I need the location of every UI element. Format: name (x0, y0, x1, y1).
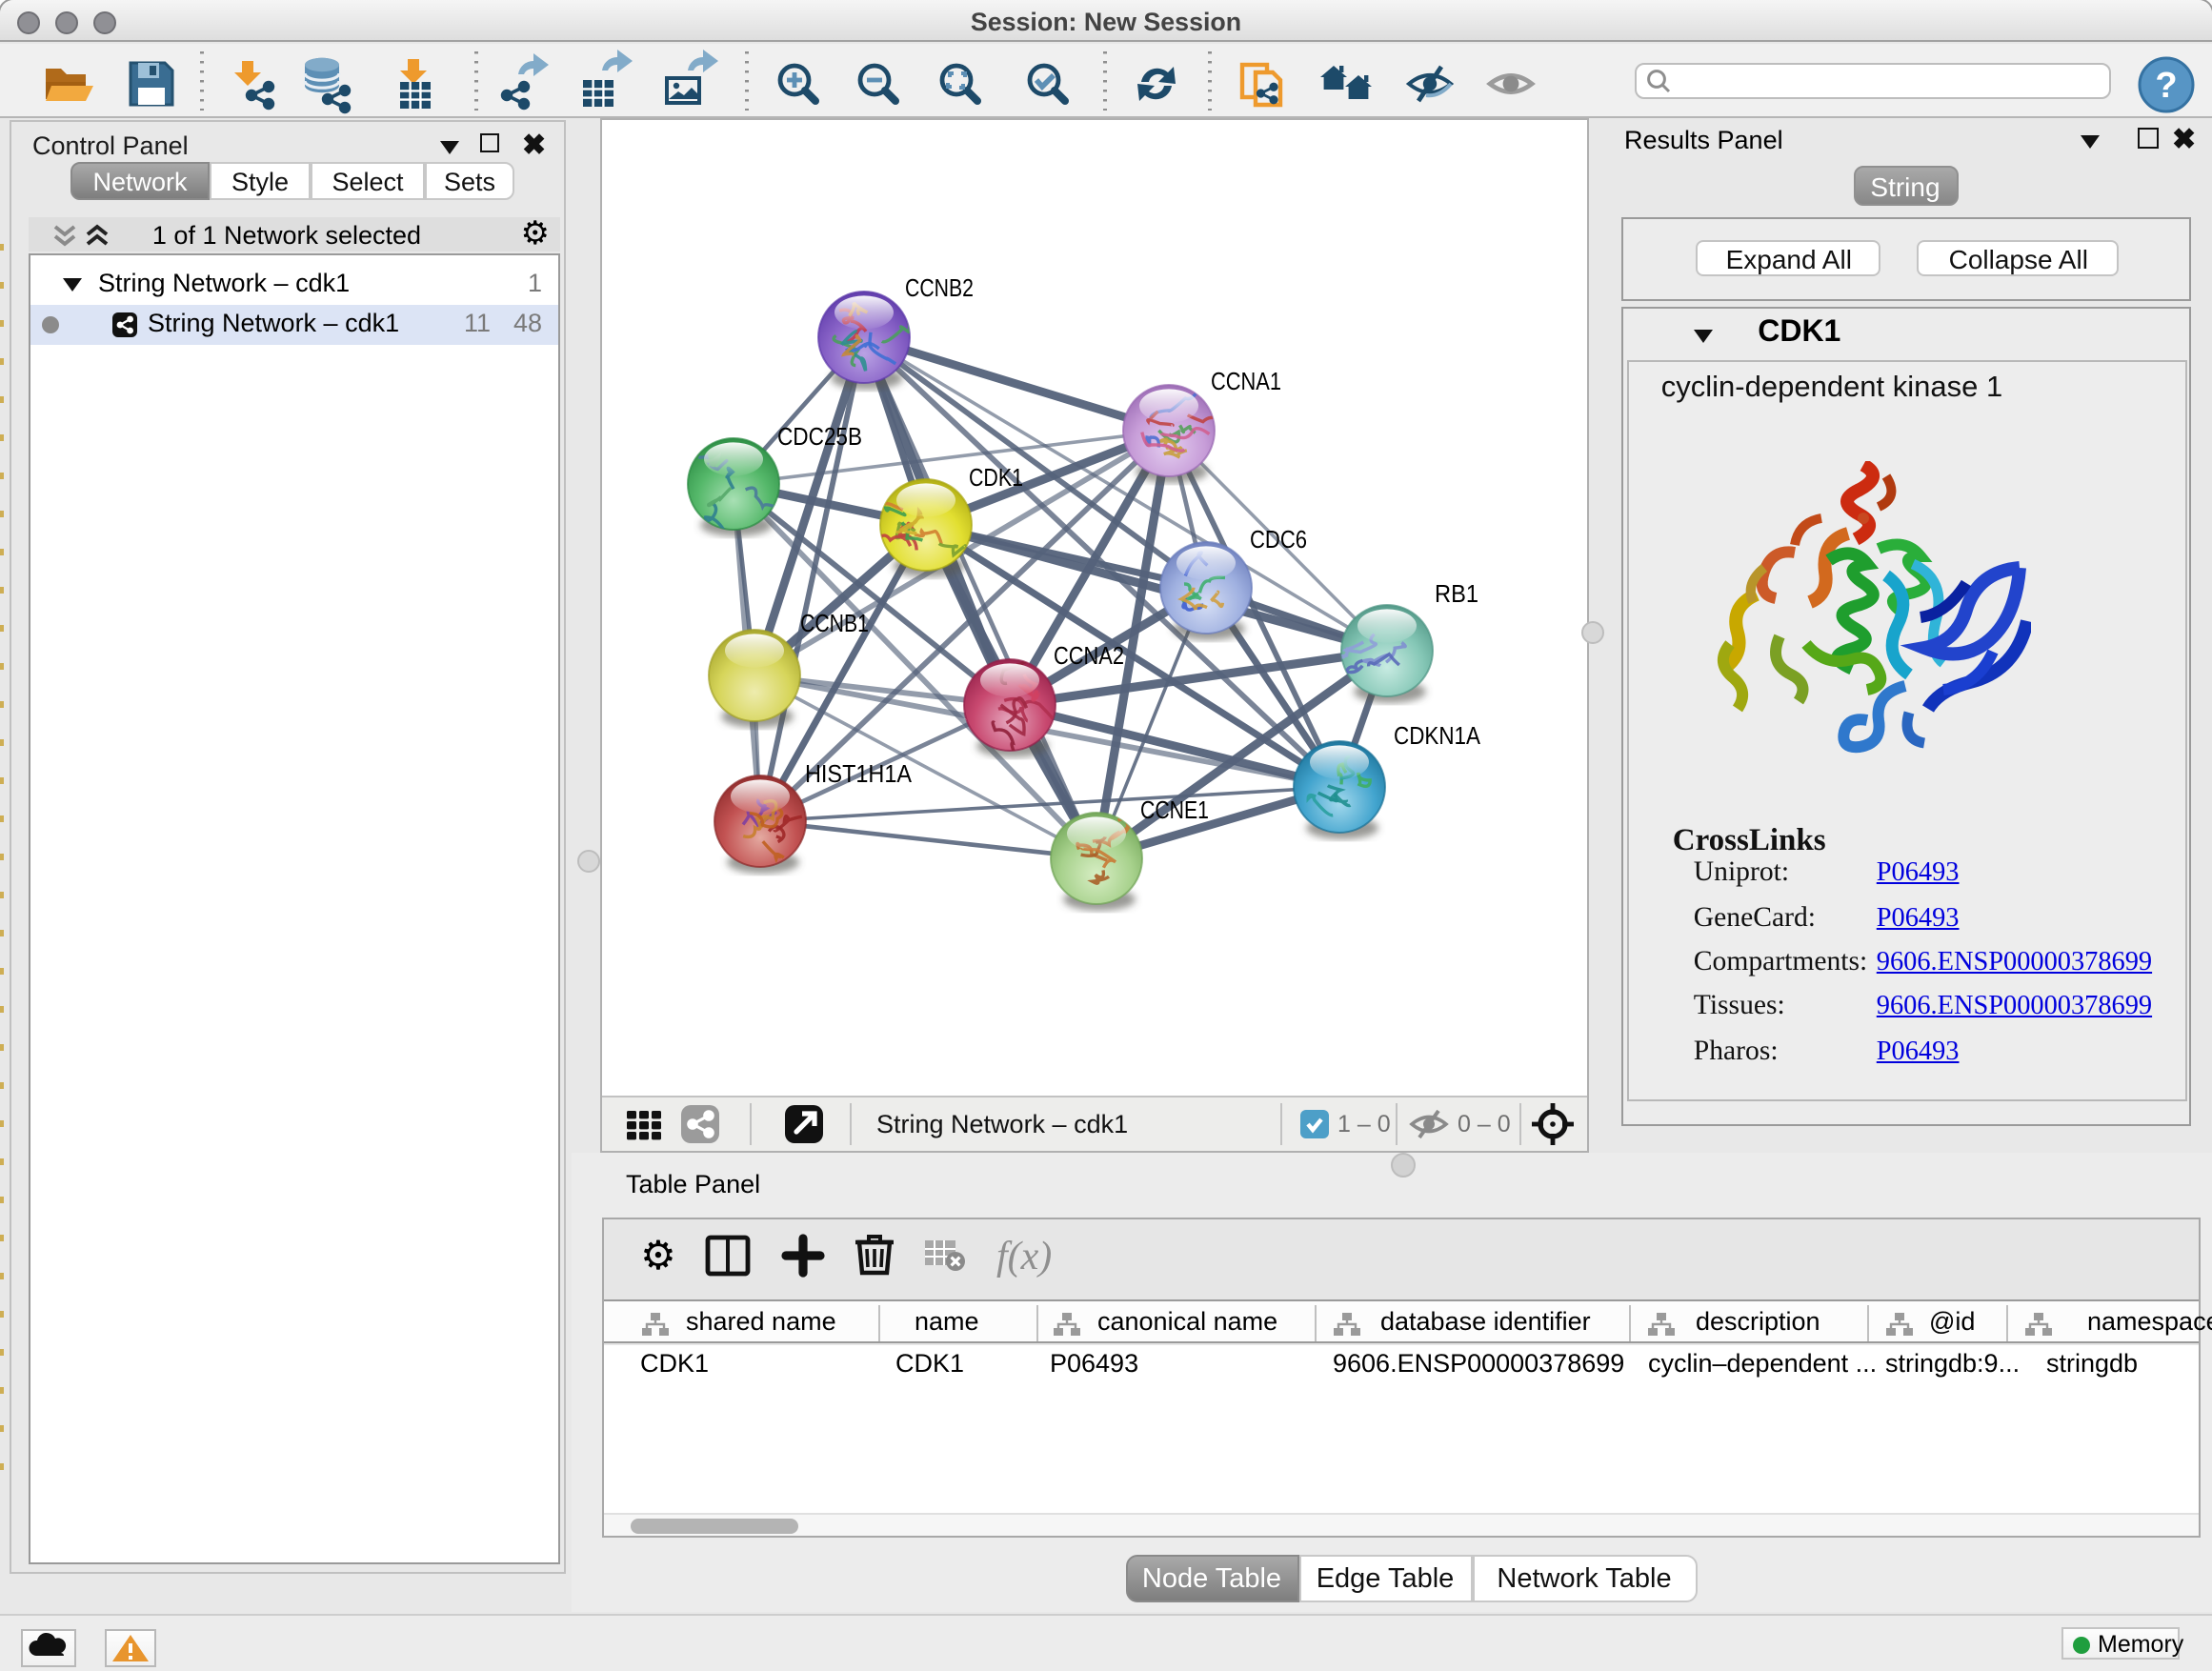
svg-text:CDC6: CDC6 (1250, 525, 1307, 554)
svg-text:CCNE1: CCNE1 (1140, 795, 1209, 824)
svg-text:⚙: ⚙ (640, 1232, 676, 1277)
svg-text:CDK1: CDK1 (969, 463, 1023, 492)
svg-text:0 – 0: 0 – 0 (1458, 1111, 1511, 1137)
svg-text:CDKN1A: CDKN1A (1394, 721, 1481, 750)
svg-text:String Network – cdk1: String Network – cdk1 (876, 1110, 1128, 1138)
svg-text:CCNB2: CCNB2 (905, 273, 974, 302)
svg-text:CDC25B: CDC25B (777, 422, 862, 451)
svg-text:1 – 0: 1 – 0 (1337, 1111, 1391, 1137)
svg-text:CCNA2: CCNA2 (1054, 641, 1124, 670)
svg-text:f(x): f(x) (996, 1234, 1052, 1278)
svg-text:HIST1H1A: HIST1H1A (805, 759, 913, 788)
svg-text:RB1: RB1 (1435, 579, 1478, 608)
svg-text:CCNA1: CCNA1 (1211, 367, 1281, 395)
svg-text:CCNB1: CCNB1 (800, 609, 869, 637)
svg-text:?: ? (2155, 66, 2177, 106)
